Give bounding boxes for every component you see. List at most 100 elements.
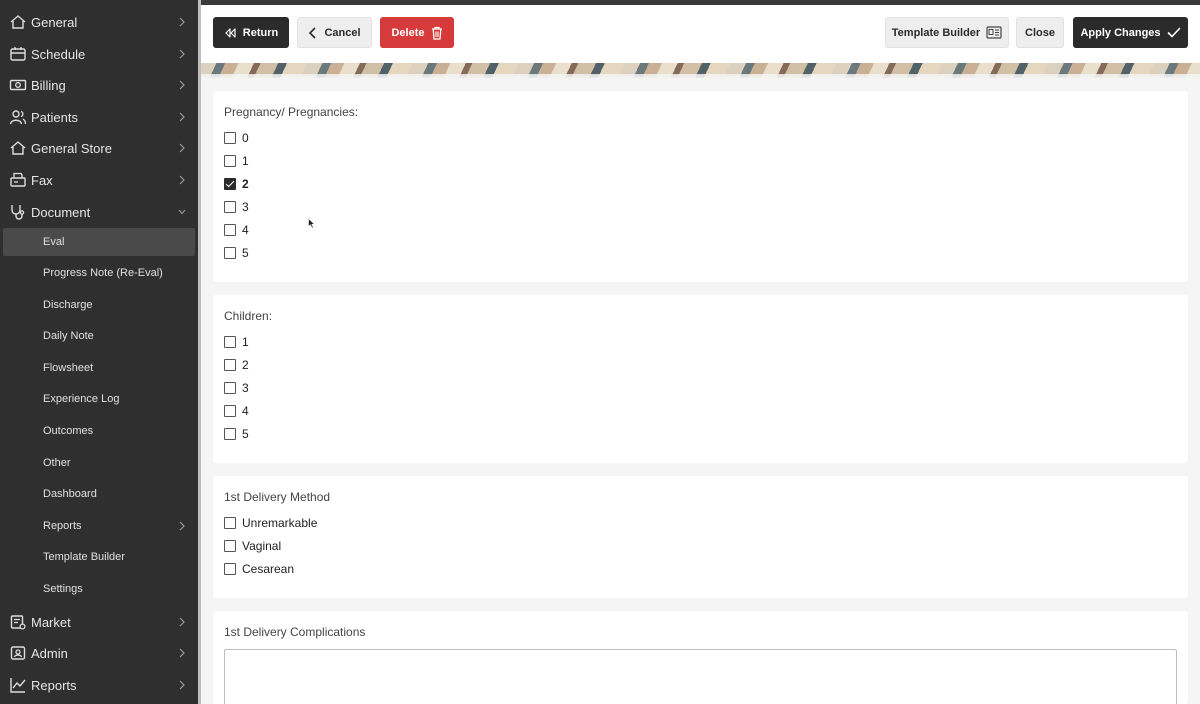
sidebar-item-label: Admin <box>31 645 68 661</box>
checkbox-checked[interactable] <box>224 178 236 190</box>
delivery-option-vaginal[interactable]: Vaginal <box>224 538 281 554</box>
market-icon <box>9 613 27 631</box>
option-label: 5 <box>242 427 249 441</box>
checkbox[interactable] <box>224 563 236 575</box>
chevron-right-icon <box>177 16 187 28</box>
sidebar-subitem-eval[interactable]: Eval <box>3 228 195 256</box>
sidebar-subitem-outcomes[interactable]: Outcomes <box>3 417 195 445</box>
pregnancies-option-4[interactable]: 4 <box>224 222 249 238</box>
return-button[interactable]: Return <box>213 17 289 48</box>
sidebar-item-label: General Store <box>31 140 112 156</box>
sidebar-subitem-template-builder[interactable]: Template Builder <box>3 543 195 571</box>
children-option-4[interactable]: 4 <box>224 403 249 419</box>
banner-fade <box>201 74 1200 80</box>
checkbox[interactable] <box>224 224 236 236</box>
chevron-right-icon <box>177 520 187 532</box>
sidebar-item-billing[interactable]: Billing <box>0 70 198 100</box>
delete-button[interactable]: Delete <box>380 17 454 48</box>
sidebar-subitem-dashboard[interactable]: Dashboard <box>3 480 195 508</box>
chevron-right-icon <box>177 647 187 659</box>
sidebar-item-label: Reports <box>31 677 77 693</box>
option-label: Unremarkable <box>242 516 318 530</box>
children-option-3[interactable]: 3 <box>224 380 249 396</box>
children-option-1[interactable]: 1 <box>224 334 249 350</box>
sidebar-item-general-store[interactable]: General Store <box>0 133 198 163</box>
sidebar-subitem-label: Eval <box>43 236 65 248</box>
sidebar-subitem-progress-note[interactable]: Progress Note (Re-Eval) <box>3 259 195 287</box>
complications-section: 1st Delivery Complications <box>213 611 1188 704</box>
chart-icon <box>9 676 27 694</box>
sidebar-subitem-experience-log[interactable]: Experience Log <box>3 385 195 413</box>
sidebar-item-patients[interactable]: Patients <box>0 102 198 132</box>
delivery-option-unremarkable[interactable]: Unremarkable <box>224 515 317 531</box>
option-label: 1 <box>242 335 249 349</box>
return-label: Return <box>242 26 279 39</box>
checkbox[interactable] <box>224 132 236 144</box>
sidebar-item-admin[interactable]: Admin <box>0 638 198 668</box>
fax-icon <box>9 171 27 189</box>
sidebar-item-schedule[interactable]: Schedule <box>0 39 198 69</box>
option-label: 2 <box>242 177 249 191</box>
checkbox[interactable] <box>224 336 236 348</box>
stethoscope-icon <box>9 203 27 221</box>
sidebar-subitem-label: Progress Note (Re-Eval) <box>43 267 163 279</box>
close-button[interactable]: Close <box>1016 17 1064 48</box>
children-option-2[interactable]: 2 <box>224 357 249 373</box>
checkbox[interactable] <box>224 247 236 259</box>
checkbox[interactable] <box>224 382 236 394</box>
sidebar-subitem-other[interactable]: Other <box>3 449 195 477</box>
template-builder-button[interactable]: Template Builder <box>885 17 1009 48</box>
chevron-right-icon <box>177 616 187 628</box>
pregnancies-option-2[interactable]: 2 <box>224 176 249 192</box>
close-label: Close <box>1025 26 1055 39</box>
sidebar-subitem-label: Flowsheet <box>43 362 94 374</box>
pregnancies-option-5[interactable]: 5 <box>224 245 249 261</box>
sidebar-item-market[interactable]: Market <box>0 607 198 637</box>
complications-textarea[interactable] <box>224 649 1177 704</box>
sidebar-item-general[interactable]: General <box>0 7 198 37</box>
sidebar-subitem-reports[interactable]: Reports <box>3 512 195 540</box>
money-icon <box>9 76 27 94</box>
checkbox[interactable] <box>224 517 236 529</box>
cancel-label: Cancel <box>324 26 361 39</box>
chevron-right-icon <box>177 679 187 691</box>
pregnancies-option-0[interactable]: 0 <box>224 130 249 146</box>
users-icon <box>9 108 27 126</box>
option-label: Cesarean <box>242 562 295 576</box>
sidebar-item-label: Patients <box>31 109 78 125</box>
sidebar-subitem-label: Dashboard <box>43 488 97 500</box>
home-icon <box>9 13 27 31</box>
chevron-right-icon <box>177 142 187 154</box>
checkbox[interactable] <box>224 359 236 371</box>
delivery-option-cesarean[interactable]: Cesarean <box>224 561 294 577</box>
sidebar-subitem-discharge[interactable]: Discharge <box>3 291 195 319</box>
sidebar-item-reports[interactable]: Reports <box>0 670 198 700</box>
complications-title: 1st Delivery Complications <box>224 625 366 639</box>
option-label: 4 <box>242 404 249 418</box>
cancel-button[interactable]: Cancel <box>297 17 372 48</box>
apply-changes-button[interactable]: Apply Changes <box>1073 17 1188 48</box>
mouse-cursor-icon <box>308 216 316 229</box>
sidebar-subitem-settings[interactable]: Settings <box>3 575 195 603</box>
children-section: Children: 1 2 3 4 5 <box>213 295 1188 463</box>
checkbox[interactable] <box>224 201 236 213</box>
children-title: Children: <box>224 309 273 323</box>
sidebar-subitem-label: Outcomes <box>43 425 94 437</box>
checkbox[interactable] <box>224 155 236 167</box>
checkbox[interactable] <box>224 405 236 417</box>
admin-icon <box>9 644 27 662</box>
sidebar-subitem-label: Discharge <box>43 299 93 311</box>
pregnancies-option-1[interactable]: 1 <box>224 153 249 169</box>
pregnancies-title: Pregnancy/ Pregnancies: <box>224 105 359 119</box>
checkbox[interactable] <box>224 428 236 440</box>
children-option-5[interactable]: 5 <box>224 426 249 442</box>
sidebar-item-document[interactable]: Document <box>0 197 198 227</box>
sidebar-subitem-daily-note[interactable]: Daily Note <box>3 322 195 350</box>
sidebar-item-fax[interactable]: Fax <box>0 165 198 195</box>
sidebar-subitem-flowsheet[interactable]: Flowsheet <box>3 354 195 382</box>
sidebar-subitem-label: Experience Log <box>43 393 120 405</box>
option-label: Vaginal <box>242 539 282 553</box>
pregnancies-option-3[interactable]: 3 <box>224 199 249 215</box>
store-icon <box>9 139 27 157</box>
checkbox[interactable] <box>224 540 236 552</box>
